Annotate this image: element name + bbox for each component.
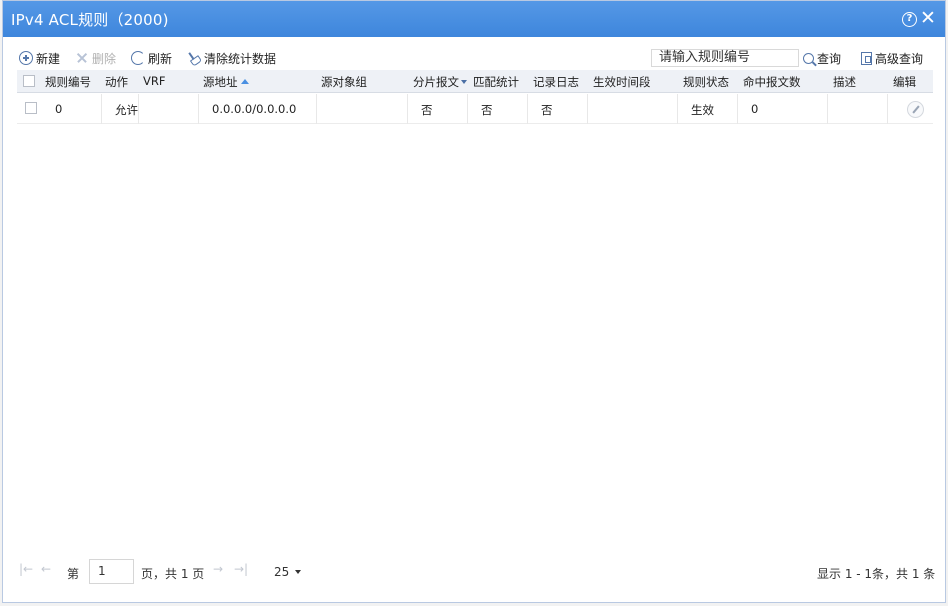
col-hit-packets[interactable]: 命中报文数 — [743, 74, 801, 90]
brush-icon — [184, 48, 203, 67]
first-page-icon[interactable]: |← — [19, 562, 33, 576]
col-source-address-label: 源地址 — [203, 75, 238, 89]
close-icon[interactable]: ✕ — [920, 8, 936, 28]
refresh-icon — [131, 51, 145, 65]
help-icon[interactable]: ? — [902, 12, 917, 27]
acl-rules-dialog: IPv4 ACL规则（2000) ? ✕ 新建 删除 刷新 清除统计数据 查询 … — [2, 0, 946, 603]
col-status[interactable]: 规则状态 — [683, 74, 729, 90]
record-summary: 显示 1 - 1条，共 1 条 — [817, 567, 936, 581]
advanced-query-button-label: 高级查询 — [875, 51, 924, 66]
search-icon — [803, 52, 814, 64]
col-rule-id[interactable]: 规则编号 — [45, 74, 91, 90]
col-match-stats[interactable]: 匹配统计 — [473, 74, 519, 90]
column-divider — [316, 94, 317, 124]
col-log[interactable]: 记录日志 — [533, 74, 579, 90]
clear-stats-button-label: 清除统计数据 — [204, 51, 277, 66]
cell-status: 生效 — [691, 103, 714, 117]
row-checkbox[interactable] — [25, 102, 37, 114]
table-row[interactable]: 0 允许 0.0.0.0/0.0.0.0 否 否 否 生效 0 — [17, 94, 933, 124]
page-size-select[interactable]: 25 — [274, 565, 302, 579]
column-divider — [887, 94, 888, 124]
delete-button-label: 删除 — [92, 51, 117, 66]
page-number-input[interactable]: 1 — [89, 559, 134, 584]
add-icon — [19, 51, 33, 65]
page-total-label: 页，共 1 页 — [141, 567, 205, 581]
edit-icon[interactable] — [907, 101, 924, 118]
dialog-title: IPv4 ACL规则（2000) — [11, 11, 169, 29]
clear-stats-button[interactable]: 清除统计数据 — [187, 49, 276, 67]
page-size-value: 25 — [274, 565, 290, 579]
cell-hit-packets: 0 — [751, 102, 759, 116]
col-source-object-group[interactable]: 源对象组 — [321, 74, 367, 90]
column-menu-icon[interactable] — [461, 80, 467, 84]
column-divider — [101, 94, 102, 124]
next-page-icon[interactable]: → — [213, 562, 223, 576]
column-divider — [677, 94, 678, 124]
column-divider — [827, 94, 828, 124]
refresh-button[interactable]: 刷新 — [131, 49, 172, 67]
new-button[interactable]: 新建 — [19, 49, 60, 67]
previous-page-icon[interactable]: ← — [41, 562, 51, 576]
last-page-icon[interactable]: →| — [234, 562, 248, 576]
page-prefix-label: 第 — [67, 567, 80, 581]
cell-source-address: 0.0.0.0/0.0.0.0 — [212, 102, 297, 116]
dialog-titlebar[interactable]: IPv4 ACL规则（2000) ? ✕ — [3, 1, 945, 37]
column-divider — [138, 94, 139, 124]
col-vrf[interactable]: VRF — [143, 74, 165, 88]
advanced-query-button[interactable]: 高级查询 — [861, 49, 923, 67]
column-divider — [587, 94, 588, 124]
query-button[interactable]: 查询 — [803, 49, 841, 67]
cell-fragment: 否 — [421, 103, 433, 117]
cell-match-stats: 否 — [481, 103, 493, 117]
column-divider — [198, 94, 199, 124]
column-divider — [737, 94, 738, 124]
col-description[interactable]: 描述 — [833, 74, 856, 90]
col-fragment[interactable]: 分片报文 — [413, 74, 467, 90]
col-fragment-label: 分片报文 — [413, 75, 459, 89]
column-divider — [407, 94, 408, 124]
col-time-range[interactable]: 生效时间段 — [593, 74, 651, 90]
rule-id-search-input[interactable]: 请输入规则编号 — [651, 49, 799, 67]
advanced-search-icon — [861, 51, 872, 65]
column-divider — [467, 94, 468, 124]
delete-icon — [75, 51, 89, 65]
col-action[interactable]: 动作 — [105, 74, 128, 90]
delete-button[interactable]: 删除 — [75, 49, 116, 67]
cell-rule-id: 0 — [55, 102, 63, 116]
sort-ascending-icon — [240, 79, 249, 84]
pagination-bar: |← ← 第 1 页，共 1 页 → →| 25 显示 1 - 1条，共 1 条 — [3, 557, 945, 587]
table-header: 规则编号 动作 VRF 源地址 源对象组 分片报文 匹配统计 记录日志 生效时间… — [17, 70, 933, 93]
query-button-label: 查询 — [817, 51, 842, 66]
cell-log: 否 — [541, 103, 553, 117]
cell-action: 允许 — [115, 103, 138, 117]
col-source-address[interactable]: 源地址 — [203, 74, 249, 90]
toolbar: 新建 删除 刷新 清除统计数据 查询 高级查询 — [3, 45, 945, 69]
refresh-button-label: 刷新 — [148, 51, 173, 66]
new-button-label: 新建 — [36, 51, 61, 66]
col-edit: 编辑 — [893, 75, 916, 89]
chevron-down-icon — [295, 570, 302, 574]
column-divider — [527, 94, 528, 124]
select-all-checkbox[interactable] — [23, 75, 35, 87]
